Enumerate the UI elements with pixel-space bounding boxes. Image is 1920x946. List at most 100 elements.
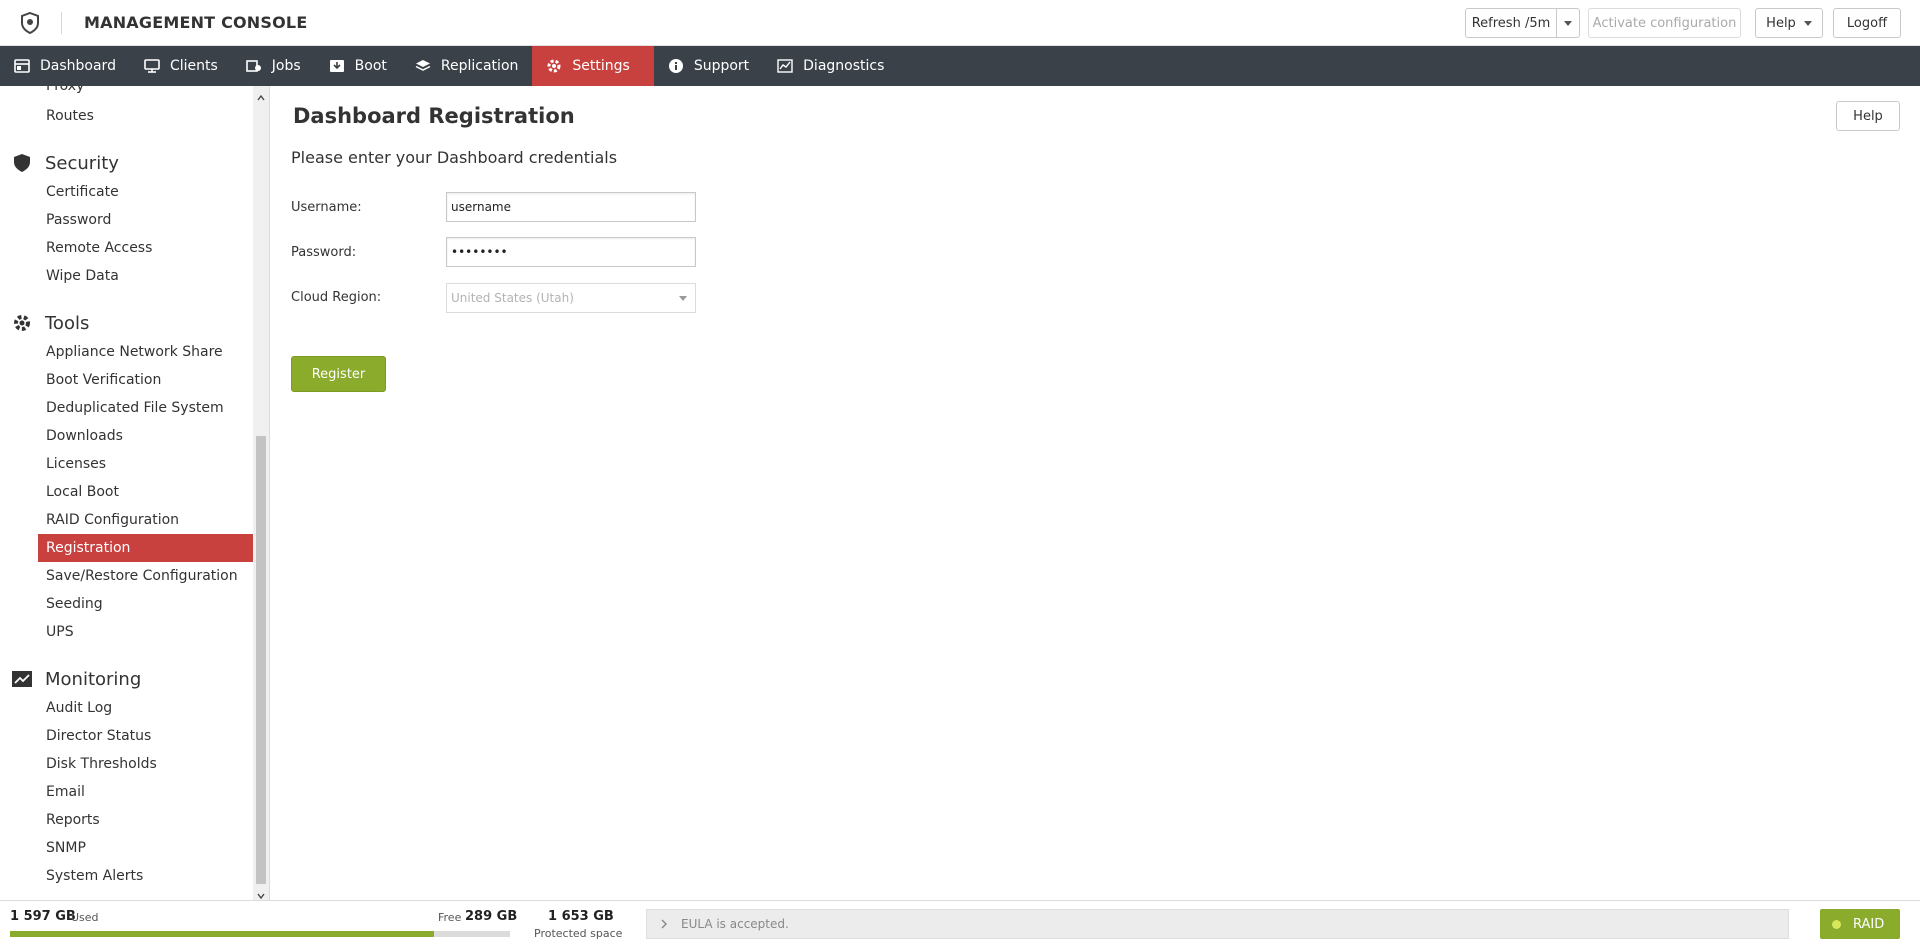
nav-boot-label: Boot bbox=[354, 58, 387, 74]
nav-jobs[interactable]: Jobs bbox=[232, 46, 315, 86]
sidebar-item-director-status[interactable]: Director Status bbox=[46, 722, 151, 750]
help-button[interactable]: Help bbox=[1836, 101, 1900, 131]
sidebar-section-security-label: Security bbox=[45, 152, 119, 174]
storage-free-value: 289 GB bbox=[465, 909, 518, 924]
storage-free-label: Free bbox=[438, 911, 462, 924]
form-subtitle: Please enter your Dashboard credentials bbox=[291, 148, 618, 167]
nav-support[interactable]: Support bbox=[654, 46, 763, 86]
chart-icon bbox=[777, 58, 793, 74]
sidebar-menu: Proxy Routes Security Certificate Passwo… bbox=[0, 86, 254, 900]
sidebar-item-proxy[interactable]: Proxy bbox=[46, 86, 84, 100]
sidebar-item-appliance-network-share[interactable]: Appliance Network Share bbox=[46, 338, 223, 366]
sidebar-item-password[interactable]: Password bbox=[46, 206, 111, 234]
activate-configuration-button[interactable]: Activate configuration bbox=[1588, 8, 1741, 38]
layers-icon bbox=[415, 58, 431, 74]
sidebar-section-security: Security bbox=[12, 149, 119, 177]
monitor-icon bbox=[144, 58, 160, 74]
main-nav: Dashboard Clients Jobs Boot Replication … bbox=[0, 46, 1920, 86]
sidebar-item-disk-thresholds[interactable]: Disk Thresholds bbox=[46, 750, 157, 778]
scrollbar-thumb[interactable] bbox=[256, 436, 266, 884]
raid-status-badge[interactable]: RAID bbox=[1820, 909, 1900, 939]
chevron-right-icon bbox=[659, 918, 669, 930]
refresh-button-label: Refresh /5m bbox=[1471, 15, 1551, 31]
sidebar-item-wipe-data[interactable]: Wipe Data bbox=[46, 262, 119, 290]
header-bar: MANAGEMENT CONSOLE Refresh /5m Activate … bbox=[0, 0, 1920, 46]
nav-settings-label: Settings bbox=[572, 58, 630, 74]
sidebar-item-deduplicated-file-system[interactable]: Deduplicated File System bbox=[46, 394, 224, 422]
sidebar-item-snmp[interactable]: SNMP bbox=[46, 834, 86, 862]
nav-clients-label: Clients bbox=[169, 58, 218, 74]
cloud-region-select[interactable]: United States (Utah) bbox=[446, 283, 696, 313]
register-button[interactable]: Register bbox=[291, 356, 386, 392]
status-footer: 1 597 GB Used Free 289 GB 1 653 GB Prote… bbox=[0, 900, 1920, 946]
boot-icon bbox=[329, 58, 345, 74]
sidebar-section-tools: Tools bbox=[12, 309, 89, 337]
chevron-down-icon bbox=[1803, 20, 1812, 26]
chevron-down-icon bbox=[679, 296, 687, 301]
help-menu-label: Help bbox=[1766, 15, 1796, 31]
sidebar-item-routes[interactable]: Routes bbox=[46, 102, 94, 130]
storage-used-label: Used bbox=[71, 911, 99, 924]
help-menu-button[interactable]: Help bbox=[1755, 8, 1823, 38]
password-label: Password: bbox=[291, 245, 357, 260]
dashboard-icon bbox=[14, 58, 30, 74]
nav-replication-label: Replication bbox=[440, 58, 519, 74]
logoff-button[interactable]: Logoff bbox=[1833, 8, 1901, 38]
sidebar-item-ups[interactable]: UPS bbox=[46, 618, 74, 646]
status-dot-icon bbox=[1832, 919, 1841, 929]
sidebar-item-email[interactable]: Email bbox=[46, 778, 85, 806]
help-button-label: Help bbox=[1853, 108, 1883, 124]
nav-settings[interactable]: Settings bbox=[532, 46, 654, 86]
sidebar-item-downloads[interactable]: Downloads bbox=[46, 422, 123, 450]
refresh-button[interactable]: Refresh /5m bbox=[1465, 8, 1557, 38]
raid-status-label: RAID bbox=[1853, 916, 1885, 932]
storage-usage-fill bbox=[10, 931, 434, 937]
refresh-dropdown-button[interactable] bbox=[1556, 8, 1580, 38]
nav-boot[interactable]: Boot bbox=[315, 46, 401, 86]
protected-space-label: Protected space bbox=[534, 927, 623, 940]
gear-icon bbox=[546, 58, 562, 74]
header-divider bbox=[61, 12, 62, 34]
chevron-up-icon[interactable] bbox=[257, 90, 265, 101]
tools-gear-icon bbox=[12, 313, 32, 333]
nav-support-label: Support bbox=[693, 58, 750, 74]
sidebar-item-boot-verification[interactable]: Boot Verification bbox=[46, 366, 161, 394]
username-label: Username: bbox=[291, 200, 362, 215]
logoff-label: Logoff bbox=[1846, 15, 1888, 31]
sidebar-item-reports[interactable]: Reports bbox=[46, 806, 100, 834]
sidebar-item-remote-access[interactable]: Remote Access bbox=[46, 234, 152, 262]
username-input[interactable] bbox=[446, 192, 696, 222]
cloud-region-value: United States (Utah) bbox=[451, 291, 574, 305]
sidebar-item-registration[interactable]: Registration bbox=[38, 534, 253, 562]
sidebar: Proxy Routes Security Certificate Passwo… bbox=[0, 86, 270, 900]
sidebar-section-monitoring-label: Monitoring bbox=[45, 668, 142, 690]
nav-jobs-label: Jobs bbox=[271, 58, 301, 74]
sidebar-item-seeding[interactable]: Seeding bbox=[46, 590, 103, 618]
sidebar-item-licenses[interactable]: Licenses bbox=[46, 450, 106, 478]
main-content: Dashboard Registration Help Please enter… bbox=[271, 86, 1920, 900]
sidebar-item-audit-log[interactable]: Audit Log bbox=[46, 694, 112, 722]
protected-space-value: 1 653 GB bbox=[548, 909, 614, 924]
cloud-region-label: Cloud Region: bbox=[291, 290, 382, 305]
chevron-down-icon[interactable] bbox=[257, 888, 265, 900]
sidebar-item-raid-configuration[interactable]: RAID Configuration bbox=[46, 506, 179, 534]
nav-diagnostics[interactable]: Diagnostics bbox=[763, 46, 898, 86]
sidebar-item-system-alerts[interactable]: System Alerts bbox=[46, 862, 143, 890]
eula-status-text: EULA is accepted. bbox=[681, 917, 789, 931]
sidebar-item-certificate[interactable]: Certificate bbox=[46, 178, 119, 206]
sidebar-item-save-restore-configuration[interactable]: Save/Restore Configuration bbox=[46, 562, 238, 590]
app-title: MANAGEMENT CONSOLE bbox=[84, 13, 308, 32]
activate-configuration-label: Activate configuration bbox=[1592, 15, 1737, 31]
shield-icon bbox=[12, 153, 32, 173]
eula-status-bar[interactable]: EULA is accepted. bbox=[646, 909, 1789, 939]
sidebar-scrollbar[interactable] bbox=[253, 86, 269, 900]
password-input[interactable] bbox=[446, 237, 696, 267]
nav-dashboard[interactable]: Dashboard bbox=[0, 46, 130, 86]
jobs-icon bbox=[245, 58, 262, 74]
nav-clients[interactable]: Clients bbox=[130, 46, 232, 86]
sidebar-section-tools-label: Tools bbox=[45, 312, 90, 334]
logo-icon bbox=[20, 11, 40, 35]
storage-used-value: 1 597 GB bbox=[10, 909, 76, 924]
nav-replication[interactable]: Replication bbox=[401, 46, 532, 86]
sidebar-item-local-boot[interactable]: Local Boot bbox=[46, 478, 119, 506]
